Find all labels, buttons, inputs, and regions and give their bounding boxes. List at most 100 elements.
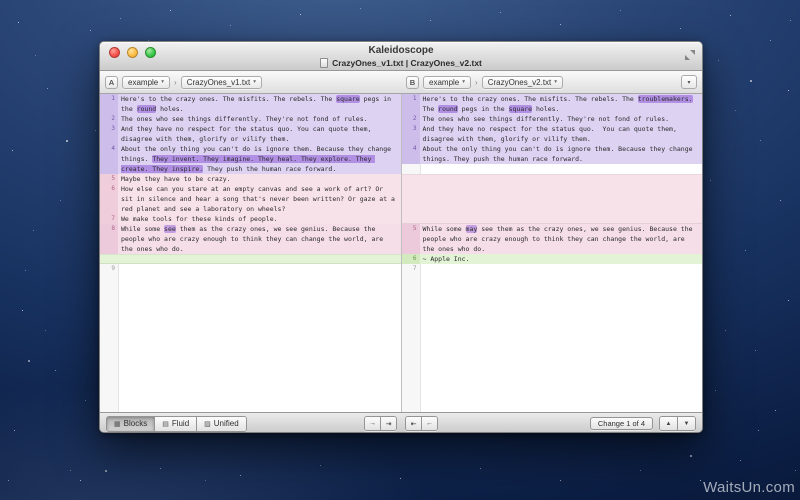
folder-dropdown-b[interactable]: example ▾ bbox=[423, 76, 471, 89]
diff-line: 2The ones who see things differently. Th… bbox=[100, 114, 401, 124]
view-mode-fluid[interactable]: ▤ Fluid bbox=[155, 417, 197, 431]
breadcrumb-separator: › bbox=[174, 78, 177, 87]
merge-right-all-button[interactable]: ⇥ bbox=[381, 417, 396, 430]
line-text: While some may see them as the crazy one… bbox=[420, 224, 703, 254]
kaleidoscope-window: Kaleidoscope CrazyOnes_v1.txt | CrazyOne… bbox=[99, 41, 703, 433]
view-mode-switcher: ▦ Blocks ▤ Fluid ▨ Unified bbox=[106, 416, 247, 432]
file-b-breadcrumb: B example ▾ › CrazyOnes_v2.txt ▾ bbox=[401, 76, 702, 89]
line-text: While some see them as the crazy ones, w… bbox=[118, 224, 401, 254]
line-number: 1 bbox=[100, 94, 118, 114]
diff-content: 1Here's to the crazy ones. The misfits. … bbox=[100, 94, 702, 412]
fluid-icon: ▤ bbox=[162, 420, 169, 428]
folder-a-label: example bbox=[128, 78, 158, 87]
diff-line: 7 bbox=[402, 264, 703, 274]
file-toolbar: A example ▾ › CrazyOnes_v1.txt ▾ B examp… bbox=[100, 71, 702, 94]
line-number: 4 bbox=[402, 144, 420, 164]
diff-block-same: 9 bbox=[100, 264, 401, 274]
file-a-label: CrazyOnes_v1.txt bbox=[187, 78, 251, 87]
document-proxy[interactable]: CrazyOnes_v1.txt | CrazyOnes_v2.txt bbox=[100, 57, 702, 69]
view-mode-blocks[interactable]: ▦ Blocks bbox=[107, 417, 155, 431]
merge-right-group: → ⇥ bbox=[364, 416, 397, 431]
merge-controls: → ⇥ ⇤ ← bbox=[364, 416, 438, 431]
diff-block-changed-alt: 8While some see them as the crazy ones, … bbox=[100, 224, 401, 254]
diff-line: 6How else can you stare at an empty canv… bbox=[100, 184, 401, 214]
line-number: 2 bbox=[402, 114, 420, 124]
diff-line: 1Here's to the crazy ones. The misfits. … bbox=[402, 94, 703, 114]
view-mode-label: Unified bbox=[214, 419, 239, 428]
titlebar[interactable]: Kaleidoscope CrazyOnes_v1.txt | CrazyOne… bbox=[100, 42, 702, 71]
change-nav-buttons: ▲ ▼ bbox=[659, 416, 696, 431]
diff-block-filler bbox=[402, 164, 703, 174]
merge-left-group: ⇤ ← bbox=[405, 416, 438, 431]
diff-token: round bbox=[438, 105, 458, 113]
change-selector[interactable]: Change 1 of 4 bbox=[590, 417, 653, 430]
line-number: 8 bbox=[100, 224, 118, 254]
diff-line: 4About the only thing you can't do is ig… bbox=[100, 144, 401, 174]
merge-left-all-button[interactable]: ⇤ bbox=[406, 417, 422, 430]
file-dropdown-b[interactable]: CrazyOnes_v2.txt ▾ bbox=[482, 76, 563, 89]
diff-token: square bbox=[509, 105, 532, 113]
window-title: Kaleidoscope bbox=[100, 42, 702, 57]
diff-token: see bbox=[164, 225, 176, 233]
diff-line: 2The ones who see things differently. Th… bbox=[402, 114, 703, 124]
line-text: How else can you stare at an empty canva… bbox=[118, 184, 401, 214]
diff-line: 7We make tools for these kinds of people… bbox=[100, 214, 401, 224]
diff-line: 5While some may see them as the crazy on… bbox=[402, 224, 703, 254]
file-dropdown-a[interactable]: CrazyOnes_v1.txt ▾ bbox=[181, 76, 262, 89]
desktop: Kaleidoscope CrazyOnes_v1.txt | CrazyOne… bbox=[0, 0, 800, 500]
line-text: ~ Apple Inc. bbox=[420, 254, 703, 264]
starfield-bright bbox=[0, 0, 2, 2]
view-mode-unified[interactable]: ▨ Unified bbox=[197, 417, 246, 431]
next-change-button[interactable]: ▼ bbox=[678, 417, 695, 430]
diff-block-filler-deleted bbox=[402, 174, 703, 224]
folder-dropdown-a[interactable]: example ▾ bbox=[122, 76, 170, 89]
minimize-button[interactable] bbox=[127, 47, 138, 58]
line-text: The ones who see things differently. The… bbox=[118, 114, 401, 124]
diff-line: 3And they have no respect for the status… bbox=[100, 124, 401, 144]
unified-icon: ▨ bbox=[204, 420, 211, 428]
line-number: 3 bbox=[100, 124, 118, 144]
line-text: Here's to the crazy ones. The misfits. T… bbox=[420, 94, 703, 114]
merge-left-button[interactable]: ← bbox=[422, 417, 437, 430]
line-text: Maybe they have to be crazy. bbox=[118, 174, 401, 184]
line-number: 9 bbox=[100, 264, 118, 274]
diff-block-changed: 1Here's to the crazy ones. The misfits. … bbox=[100, 94, 401, 174]
blocks-icon: ▦ bbox=[114, 420, 121, 428]
pane-a: 1Here's to the crazy ones. The misfits. … bbox=[100, 94, 401, 412]
diff-block-deleted: 5Maybe they have to be crazy.6How else c… bbox=[100, 174, 401, 224]
close-button[interactable] bbox=[109, 47, 120, 58]
document-icon bbox=[320, 58, 328, 68]
merge-right-button[interactable]: → bbox=[365, 417, 381, 430]
view-mode-label: Fluid bbox=[172, 419, 189, 428]
diff-line: 6~ Apple Inc. bbox=[402, 254, 703, 264]
zoom-button[interactable] bbox=[145, 47, 156, 58]
line-number: 5 bbox=[402, 224, 420, 254]
line-number: 4 bbox=[100, 144, 118, 174]
window-controls bbox=[109, 47, 156, 58]
chevron-down-icon: ▾ bbox=[253, 79, 256, 85]
breadcrumb-separator: › bbox=[475, 78, 478, 87]
file-a-badge[interactable]: A bbox=[105, 76, 118, 89]
line-number: 7 bbox=[100, 214, 118, 224]
diff-line: 9 bbox=[100, 264, 401, 274]
file-b-badge[interactable]: B bbox=[406, 76, 419, 89]
diff-token: troublemakers. bbox=[638, 95, 693, 103]
previous-change-button[interactable]: ▲ bbox=[660, 417, 678, 430]
line-number: 6 bbox=[100, 184, 118, 214]
fullscreen-icon[interactable] bbox=[685, 50, 695, 60]
line-text: And they have no respect for the status … bbox=[118, 124, 401, 144]
line-number: 3 bbox=[402, 124, 420, 144]
folder-b-label: example bbox=[429, 78, 459, 87]
change-navigation: Change 1 of 4 ▲ ▼ bbox=[590, 416, 702, 431]
diff-line: 8While some see them as the crazy ones, … bbox=[100, 224, 401, 254]
pane-b: 1Here's to the crazy ones. The misfits. … bbox=[401, 94, 703, 412]
diff-line: 1Here's to the crazy ones. The misfits. … bbox=[100, 94, 401, 114]
diff-token: square bbox=[336, 95, 359, 103]
file-a-breadcrumb: A example ▾ › CrazyOnes_v1.txt ▾ bbox=[100, 76, 401, 89]
diff-token: round bbox=[137, 105, 157, 113]
change-label: Change 1 of 4 bbox=[598, 419, 645, 428]
line-text: And they have no respect for the status … bbox=[420, 124, 703, 144]
line-number: 1 bbox=[402, 94, 420, 114]
bottom-toolbar: ▦ Blocks ▤ Fluid ▨ Unified → ⇥ ⇤ bbox=[100, 412, 702, 433]
file-list-popover-button[interactable]: ▾ bbox=[681, 75, 697, 89]
